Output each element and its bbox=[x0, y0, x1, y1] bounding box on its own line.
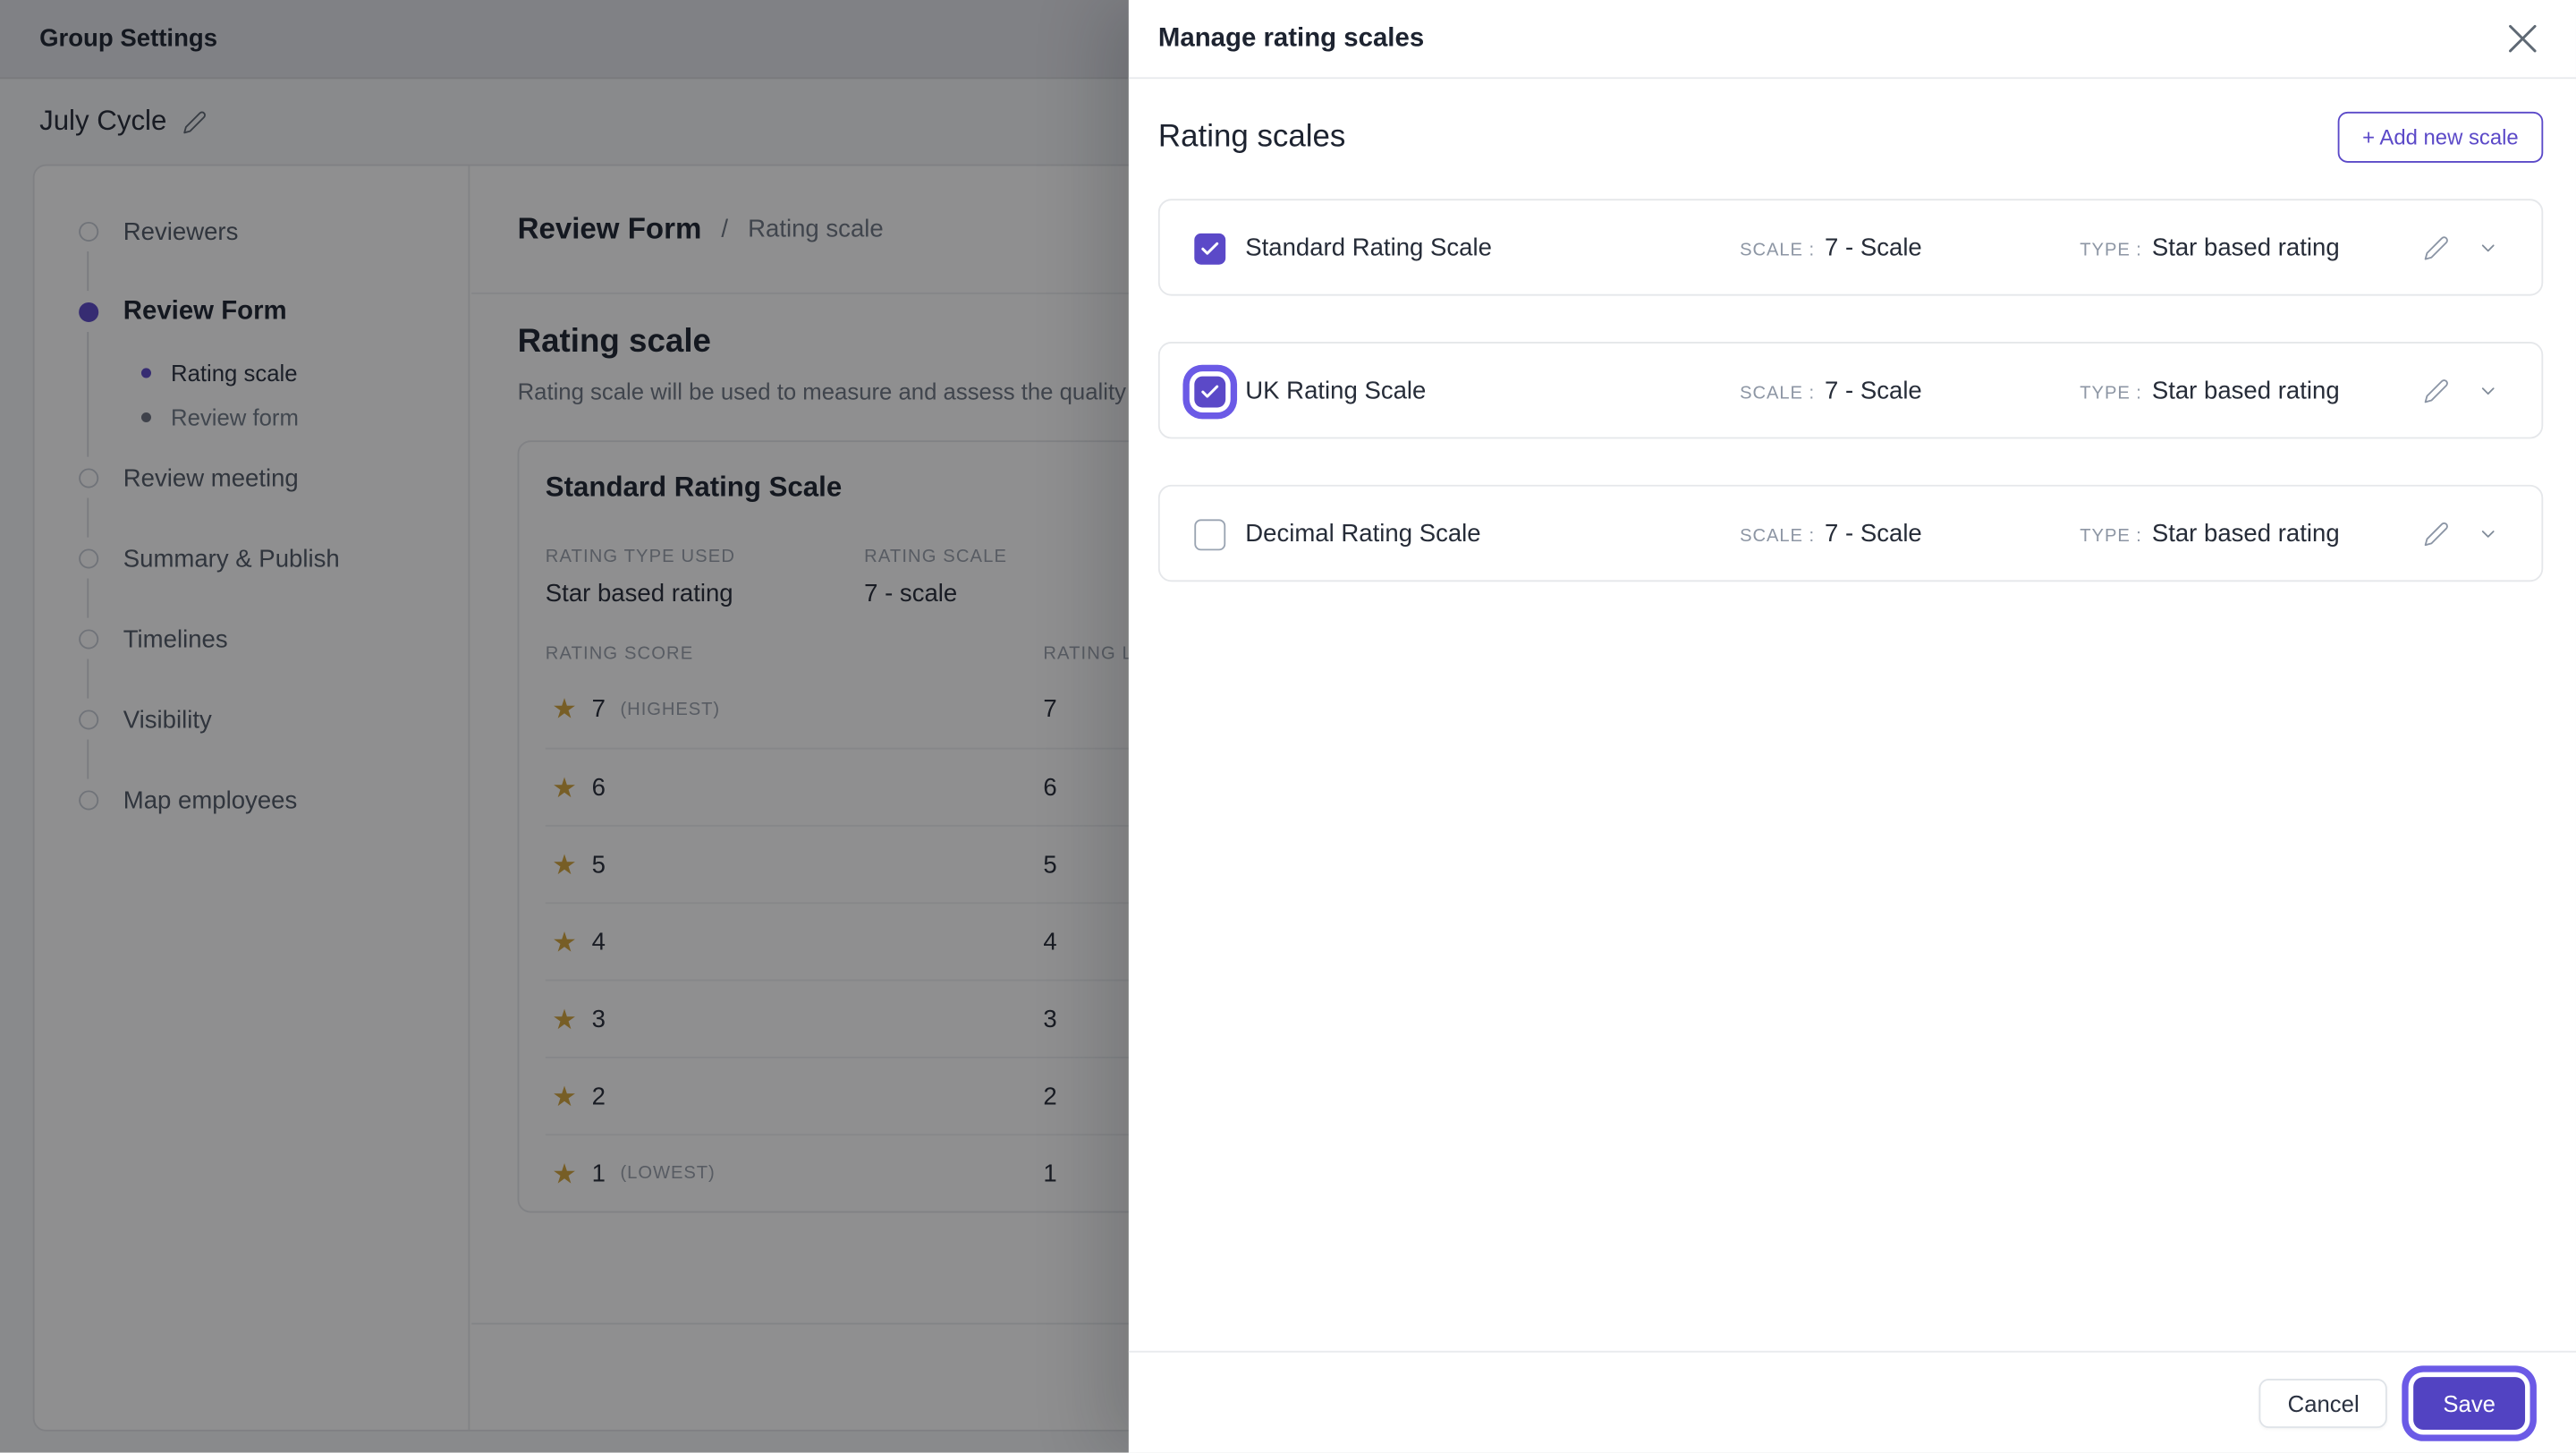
save-button[interactable]: Save bbox=[2413, 1376, 2526, 1430]
manage-rating-scales-drawer: Manage rating scales Rating scales + Add… bbox=[1128, 0, 2576, 1453]
scale-field-value: 7 - Scale bbox=[1825, 519, 1922, 548]
check-icon bbox=[1201, 385, 1219, 398]
cancel-button[interactable]: Cancel bbox=[2259, 1378, 2387, 1428]
type-field-value: Star based rating bbox=[2151, 376, 2340, 404]
check-icon bbox=[1201, 242, 1219, 255]
drawer-footer: Cancel Save bbox=[1128, 1350, 2576, 1453]
rating-scale-row: Decimal Rating Scale SCALE : 7 - Scale T… bbox=[1157, 484, 2544, 582]
drawer-header: Manage rating scales bbox=[1128, 0, 2576, 80]
type-field-value: Star based rating bbox=[2151, 519, 2340, 548]
add-new-scale-button[interactable]: + Add new scale bbox=[2337, 111, 2544, 163]
type-field: TYPE : Star based rating bbox=[2080, 234, 2339, 261]
scale-field: SCALE : 7 - Scale bbox=[1740, 377, 1922, 404]
edit-scale-icon[interactable] bbox=[2423, 234, 2449, 260]
scale-field-label: SCALE : bbox=[1740, 240, 1816, 260]
scale-field-value: 7 - Scale bbox=[1825, 376, 1922, 404]
type-field-label: TYPE : bbox=[2080, 240, 2142, 260]
type-field: TYPE : Star based rating bbox=[2080, 377, 2339, 404]
screen: Group Settings July Cycle Reviewers Revi… bbox=[0, 0, 2576, 1453]
edit-scale-icon[interactable] bbox=[2423, 378, 2449, 404]
scale-field-label: SCALE : bbox=[1740, 525, 1816, 546]
scale-name: Decimal Rating Scale bbox=[1245, 519, 1481, 548]
scale-field: SCALE : 7 - Scale bbox=[1740, 234, 1922, 261]
chevron-down-icon[interactable] bbox=[2478, 523, 2499, 544]
type-field: TYPE : Star based rating bbox=[2080, 519, 2339, 547]
scale-field: SCALE : 7 - Scale bbox=[1740, 519, 1922, 547]
type-field-label: TYPE : bbox=[2080, 525, 2142, 546]
scale-field-label: SCALE : bbox=[1740, 382, 1816, 403]
scale-list: Standard Rating Scale SCALE : 7 - Scale … bbox=[1157, 199, 2544, 582]
type-field-value: Star based rating bbox=[2151, 233, 2340, 262]
edit-scale-icon[interactable] bbox=[2423, 520, 2449, 546]
scale-name: Standard Rating Scale bbox=[1245, 233, 1492, 262]
drawer-title: Manage rating scales bbox=[1157, 23, 1425, 52]
scale-checkbox[interactable] bbox=[1194, 519, 1226, 551]
scale-name: UK Rating Scale bbox=[1245, 376, 1427, 404]
scale-checkbox[interactable] bbox=[1194, 376, 1226, 408]
rating-scale-row: Standard Rating Scale SCALE : 7 - Scale … bbox=[1157, 199, 2544, 296]
chevron-down-icon[interactable] bbox=[2478, 236, 2499, 258]
rating-scale-row: UK Rating Scale SCALE : 7 - Scale TYPE :… bbox=[1157, 342, 2544, 439]
scale-checkbox[interactable] bbox=[1194, 233, 1226, 265]
scale-field-value: 7 - Scale bbox=[1825, 233, 1922, 262]
rating-scales-heading: Rating scales bbox=[1157, 119, 1346, 154]
type-field-label: TYPE : bbox=[2080, 382, 2142, 403]
chevron-down-icon[interactable] bbox=[2478, 379, 2499, 401]
close-icon[interactable] bbox=[2509, 24, 2537, 53]
drawer-body: Rating scales + Add new scale Standard R… bbox=[1129, 79, 2576, 1351]
